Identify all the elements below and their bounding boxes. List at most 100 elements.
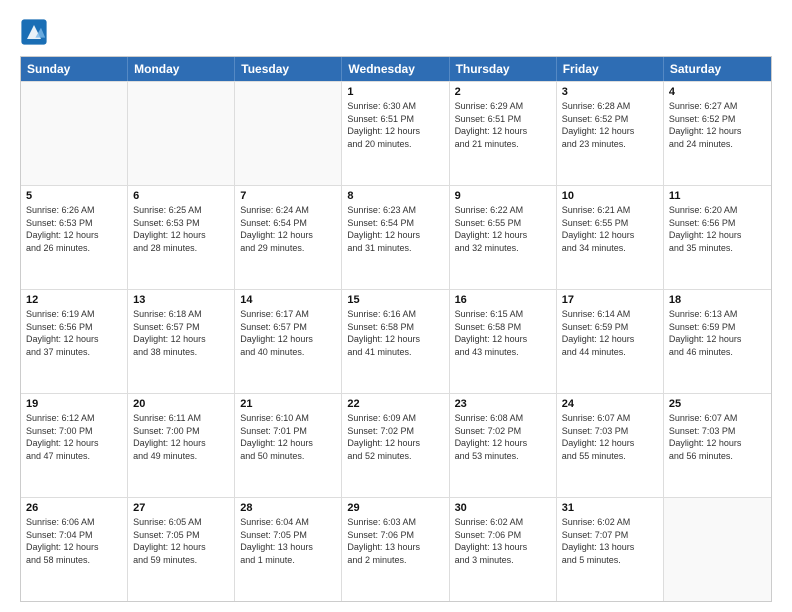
day-number: 27 (133, 502, 229, 514)
cell-line: and 44 minutes. (562, 346, 658, 359)
cell-line: Sunrise: 6:07 AM (562, 412, 658, 425)
cell-line: and 58 minutes. (26, 554, 122, 567)
cell-line: Sunrise: 6:07 AM (669, 412, 766, 425)
cell-line: Daylight: 12 hours (455, 437, 551, 450)
calendar-row-4: 26Sunrise: 6:06 AMSunset: 7:04 PMDayligh… (21, 497, 771, 601)
day-number: 3 (562, 86, 658, 98)
cell-line: Sunset: 6:58 PM (347, 321, 443, 334)
cell-line: Sunrise: 6:27 AM (669, 100, 766, 113)
cell-line: Sunset: 7:05 PM (133, 529, 229, 542)
cell-line: Daylight: 12 hours (240, 229, 336, 242)
calendar-body: 1Sunrise: 6:30 AMSunset: 6:51 PMDaylight… (21, 81, 771, 601)
day-number: 9 (455, 190, 551, 202)
cell-line: Daylight: 12 hours (240, 437, 336, 450)
calendar-cell: 26Sunrise: 6:06 AMSunset: 7:04 PMDayligh… (21, 498, 128, 601)
cell-line: Sunrise: 6:10 AM (240, 412, 336, 425)
day-number: 13 (133, 294, 229, 306)
cell-line: Sunrise: 6:21 AM (562, 204, 658, 217)
cell-line: Sunrise: 6:18 AM (133, 308, 229, 321)
cell-line: Daylight: 13 hours (240, 541, 336, 554)
cell-line: Sunset: 6:57 PM (240, 321, 336, 334)
calendar-cell: 1Sunrise: 6:30 AMSunset: 6:51 PMDaylight… (342, 82, 449, 185)
day-number: 29 (347, 502, 443, 514)
cell-line: Sunrise: 6:02 AM (562, 516, 658, 529)
cell-line: Sunrise: 6:15 AM (455, 308, 551, 321)
day-number: 28 (240, 502, 336, 514)
calendar-cell: 23Sunrise: 6:08 AMSunset: 7:02 PMDayligh… (450, 394, 557, 497)
day-number: 31 (562, 502, 658, 514)
cell-line: and 52 minutes. (347, 450, 443, 463)
cell-line: Daylight: 12 hours (26, 437, 122, 450)
calendar-row-2: 12Sunrise: 6:19 AMSunset: 6:56 PMDayligh… (21, 289, 771, 393)
calendar-cell (128, 82, 235, 185)
cell-line: and 20 minutes. (347, 138, 443, 151)
day-number: 7 (240, 190, 336, 202)
cell-line: Sunset: 7:06 PM (455, 529, 551, 542)
cell-line: Sunset: 7:06 PM (347, 529, 443, 542)
cell-line: Daylight: 12 hours (562, 229, 658, 242)
day-header-friday: Friday (557, 57, 664, 81)
cell-line: Sunrise: 6:17 AM (240, 308, 336, 321)
cell-line: Daylight: 12 hours (133, 333, 229, 346)
cell-line: Sunrise: 6:06 AM (26, 516, 122, 529)
cell-line: Daylight: 12 hours (455, 229, 551, 242)
day-number: 14 (240, 294, 336, 306)
cell-line: Sunrise: 6:20 AM (669, 204, 766, 217)
day-header-saturday: Saturday (664, 57, 771, 81)
cell-line: Sunset: 7:03 PM (562, 425, 658, 438)
cell-line: Daylight: 13 hours (455, 541, 551, 554)
calendar-cell: 28 Sunrise: 6:04 AMSunset: 7:05 PMDayligh… (235, 498, 342, 601)
day-number: 21 (240, 398, 336, 410)
cell-line: and 1 minute. (240, 554, 336, 567)
cell-line: Daylight: 12 hours (669, 437, 766, 450)
cell-line: Sunrise: 6:04 AM (240, 516, 336, 529)
cell-line: Sunrise: 6:22 AM (455, 204, 551, 217)
cell-line: and 43 minutes. (455, 346, 551, 359)
calendar-cell: 14Sunrise: 6:17 AMSunset: 6:57 PMDayligh… (235, 290, 342, 393)
cell-line: Sunset: 7:05 PM (240, 529, 336, 542)
header (20, 18, 772, 46)
cell-line: Sunrise: 6:16 AM (347, 308, 443, 321)
cell-line: Sunset: 6:54 PM (347, 217, 443, 230)
cell-line: Sunset: 6:58 PM (455, 321, 551, 334)
day-number: 5 (26, 190, 122, 202)
cell-line: and 50 minutes. (240, 450, 336, 463)
calendar: SundayMondayTuesdayWednesdayThursdayFrid… (20, 56, 772, 602)
logo (20, 18, 52, 46)
cell-line: Sunset: 6:59 PM (562, 321, 658, 334)
calendar-cell: 6Sunrise: 6:25 AMSunset: 6:53 PMDaylight… (128, 186, 235, 289)
day-number: 8 (347, 190, 443, 202)
calendar-cell: 22Sunrise: 6:09 AMSunset: 7:02 PMDayligh… (342, 394, 449, 497)
cell-line: and 49 minutes. (133, 450, 229, 463)
day-number: 12 (26, 294, 122, 306)
calendar-cell: 11Sunrise: 6:20 AMSunset: 6:56 PMDayligh… (664, 186, 771, 289)
calendar-cell: 15Sunrise: 6:16 AMSunset: 6:58 PMDayligh… (342, 290, 449, 393)
cell-line: Sunset: 6:55 PM (562, 217, 658, 230)
logo-icon (20, 18, 48, 46)
cell-line: and 28 minutes. (133, 242, 229, 255)
cell-line: Sunrise: 6:11 AM (133, 412, 229, 425)
cell-line: and 3 minutes. (455, 554, 551, 567)
calendar-cell (664, 498, 771, 601)
day-header-thursday: Thursday (450, 57, 557, 81)
cell-line: and 34 minutes. (562, 242, 658, 255)
cell-line: and 24 minutes. (669, 138, 766, 151)
cell-line: Sunset: 7:02 PM (455, 425, 551, 438)
cell-line: Sunset: 7:00 PM (133, 425, 229, 438)
calendar-cell: 16Sunrise: 6:15 AMSunset: 6:58 PMDayligh… (450, 290, 557, 393)
day-number: 18 (669, 294, 766, 306)
cell-line: Sunrise: 6:08 AM (455, 412, 551, 425)
cell-line: Daylight: 12 hours (347, 125, 443, 138)
cell-line: Sunrise: 6:03 AM (347, 516, 443, 529)
cell-line: Daylight: 12 hours (562, 333, 658, 346)
cell-line: Daylight: 12 hours (133, 541, 229, 554)
cell-line: Sunrise: 6:23 AM (347, 204, 443, 217)
cell-line: Sunset: 6:51 PM (347, 113, 443, 126)
cell-line: Daylight: 12 hours (347, 229, 443, 242)
cell-line: Daylight: 12 hours (133, 437, 229, 450)
calendar-header: SundayMondayTuesdayWednesdayThursdayFrid… (21, 57, 771, 81)
cell-line: Sunset: 7:02 PM (347, 425, 443, 438)
cell-line: Sunset: 6:53 PM (26, 217, 122, 230)
calendar-cell: 12Sunrise: 6:19 AMSunset: 6:56 PMDayligh… (21, 290, 128, 393)
day-number: 22 (347, 398, 443, 410)
